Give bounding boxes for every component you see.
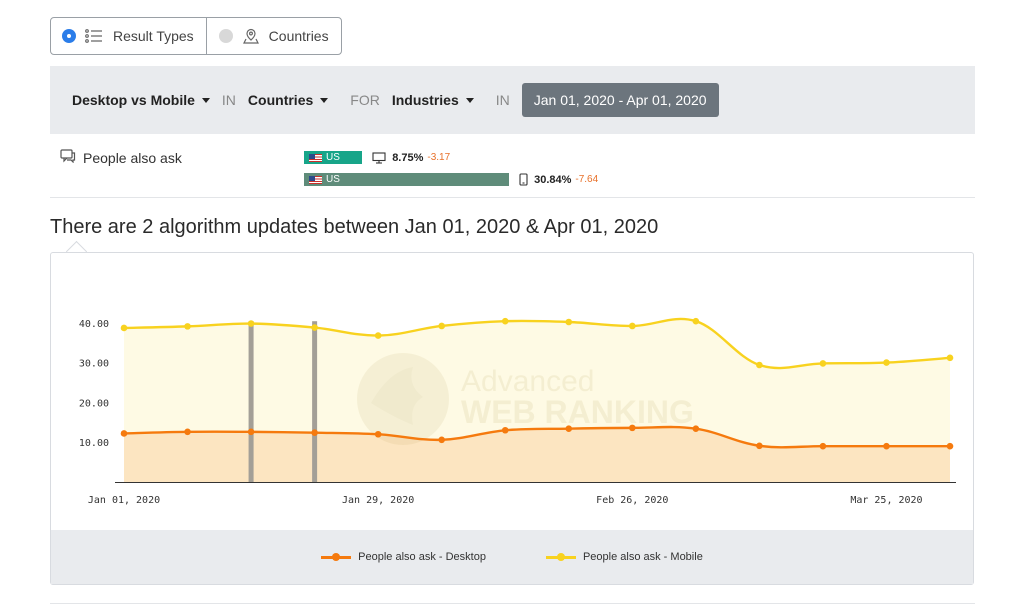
mobile-data-point[interactable] [692, 317, 700, 325]
mobile-data-point[interactable] [565, 318, 573, 326]
desktop-data-point[interactable] [438, 436, 445, 444]
mobile-country: US [326, 174, 340, 185]
y-tick-label: 40.00 [79, 319, 109, 330]
result-types-label: Result Types [113, 28, 194, 44]
algorithm-update-marker[interactable] [312, 321, 318, 482]
mobile-data-point[interactable] [501, 317, 509, 325]
mobile-data-point[interactable] [629, 322, 636, 330]
desktop-data-point[interactable] [883, 442, 890, 450]
in-keyword: IN [221, 92, 236, 108]
filter-bar: Desktop vs Mobile IN Countries FOR Indus… [50, 66, 975, 134]
desktop-value: 8.75% [392, 151, 424, 164]
algorithm-update-marker[interactable] [248, 321, 254, 482]
radio-unselected-icon [218, 29, 233, 43]
mobile-data-point[interactable] [184, 323, 191, 330]
countries-toggle[interactable]: Countries [205, 18, 341, 54]
desktop-data-point[interactable] [946, 442, 954, 450]
feature-row: People also ask US 8.75% -3.17 US 30.84%… [50, 134, 975, 198]
location-label: Countries [247, 92, 314, 108]
mobile-data-point[interactable] [756, 361, 763, 369]
desktop-data-point[interactable] [819, 442, 827, 450]
desktop-data-point[interactable] [565, 425, 573, 432]
segment-label: Industries [391, 92, 459, 108]
y-tick-label: 10.00 [79, 438, 109, 449]
x-tick-label: Jan 29, 2020 [342, 495, 414, 506]
caret-down-icon [201, 97, 210, 103]
for-keyword: FOR [350, 92, 380, 108]
mobile-delta: -7.64 [575, 174, 599, 185]
mobile-share-bar: US [304, 173, 510, 186]
mobile-icon [519, 173, 528, 186]
desktop-data-point[interactable] [120, 430, 128, 437]
updates-headline: There are 2 algorithm updates between Ja… [50, 216, 659, 238]
desktop-data-point[interactable] [756, 442, 763, 450]
us-flag-icon [309, 175, 322, 184]
radio-selected-icon [63, 30, 75, 42]
mobile-share-row: US 30.84% -7.64 [304, 173, 598, 186]
dimension-dropdown[interactable]: Desktop vs Mobile [72, 92, 210, 108]
us-flag-icon [309, 153, 322, 162]
y-tick-label: 30.00 [79, 359, 109, 370]
chart-card: Advanced WEB RANKING 10.00 20.00 30.00 40.0… [50, 252, 974, 585]
caret-down-icon [465, 97, 474, 103]
legend-item-mobile[interactable]: People also ask - Mobile [545, 551, 703, 563]
mobile-series-swatch [545, 552, 576, 561]
mobile-data-point[interactable] [946, 354, 954, 362]
desktop-icon [372, 151, 386, 164]
mobile-value: 30.84% [534, 173, 572, 186]
countries-label: Countries [268, 28, 329, 44]
caret-down-icon [320, 97, 329, 103]
desktop-data-point[interactable] [501, 426, 509, 434]
y-tick-label: 20.00 [79, 398, 109, 409]
dimension-label: Desktop vs Mobile [72, 92, 195, 108]
mobile-data-point[interactable] [247, 320, 255, 327]
result-types-toggle[interactable]: Result Types [51, 18, 206, 54]
bottom-divider [50, 603, 975, 604]
in-keyword-2: IN [495, 92, 510, 108]
location-dropdown[interactable]: Countries [247, 92, 329, 108]
mobile-data-point[interactable] [120, 324, 128, 332]
desktop-share-bar: US [304, 151, 363, 164]
comment-icon [60, 149, 83, 166]
desktop-data-point[interactable] [629, 424, 636, 432]
desktop-data-point[interactable] [247, 428, 255, 436]
legend-mobile-label: People also ask - Mobile [582, 551, 703, 563]
chart-legend: People also ask - Desktop People also as… [51, 530, 973, 584]
x-tick-label: Feb 26, 2020 [596, 495, 668, 506]
mobile-data-point[interactable] [883, 359, 890, 366]
desktop-data-point[interactable] [311, 429, 318, 436]
date-range-button[interactable]: Jan 01, 2020 - Apr 01, 2020 [521, 83, 719, 117]
desktop-data-point[interactable] [692, 425, 700, 432]
mobile-data-point[interactable] [819, 360, 827, 367]
map-pin-icon [242, 28, 259, 44]
desktop-share-row: US 8.75% -3.17 [304, 151, 450, 164]
mobile-data-point[interactable] [374, 332, 382, 339]
view-toggle-group: Result Types Countries [50, 17, 342, 55]
desktop-series-swatch [321, 552, 352, 561]
legend-item-desktop[interactable]: People also ask - Desktop [321, 551, 486, 563]
desktop-country: US [326, 152, 340, 163]
desktop-data-point[interactable] [184, 428, 191, 436]
mobile-data-point[interactable] [438, 322, 445, 330]
feature-name: People also ask [60, 149, 182, 166]
mobile-data-point[interactable] [311, 324, 318, 331]
feature-label: People also ask [83, 149, 182, 166]
x-tick-label: Jan 01, 2020 [88, 495, 160, 506]
list-icon [85, 29, 103, 43]
trend-chart: Advanced WEB RANKING 10.0020.0030.0040.0… [79, 317, 956, 506]
desktop-delta: -3.17 [427, 152, 451, 163]
desktop-data-point[interactable] [374, 430, 382, 438]
segment-dropdown[interactable]: Industries [392, 92, 474, 108]
legend-desktop-label: People also ask - Desktop [358, 551, 486, 563]
x-tick-label: Mar 25, 2020 [850, 495, 922, 506]
